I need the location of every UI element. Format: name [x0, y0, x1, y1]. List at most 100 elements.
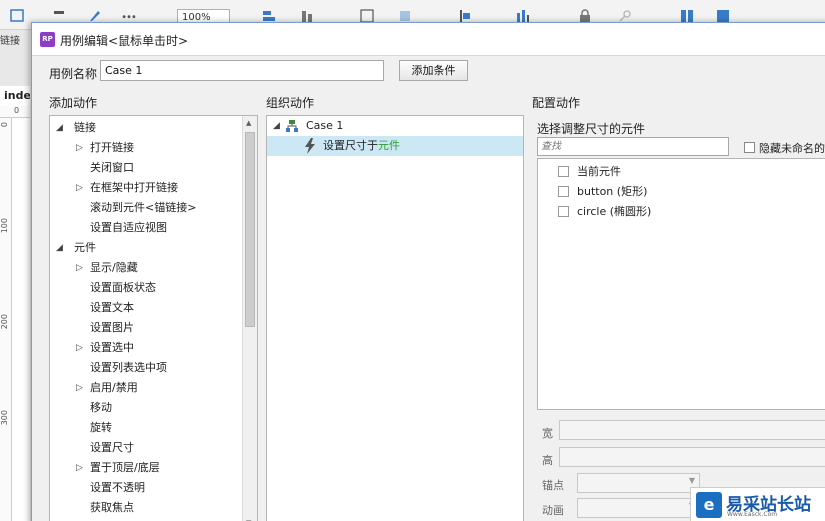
- tree-action-item[interactable]: 滚动到元件<锚链接>: [50, 198, 240, 218]
- ruler-mark: 100: [0, 218, 9, 234]
- text-tool-icon[interactable]: [52, 9, 66, 23]
- tree-action-item[interactable]: 设置不透明: [50, 478, 240, 498]
- ruler-mark: 300: [0, 410, 9, 426]
- action-node-selected[interactable]: 设置尺寸于 元件: [267, 136, 523, 156]
- tree-action-item[interactable]: ▷ 显示/隐藏: [50, 258, 240, 278]
- key-icon[interactable]: [618, 9, 632, 23]
- tree-item-label: 设置列表选中项: [90, 361, 167, 374]
- scrollbar-thumb[interactable]: [245, 132, 255, 327]
- tree-action-item[interactable]: 设置列表选中项: [50, 358, 240, 378]
- expanded-triangle-icon[interactable]: ◢: [56, 238, 63, 258]
- ungroup-icon[interactable]: [398, 9, 412, 23]
- case-flow-icon: [286, 120, 298, 132]
- tree-item-label: 获取焦点: [90, 501, 134, 514]
- lock-icon[interactable]: [578, 9, 592, 23]
- page-icon[interactable]: [10, 9, 24, 23]
- animation-select[interactable]: ▼: [577, 498, 700, 518]
- select-element-title: 选择调整尺寸的元件: [537, 122, 646, 136]
- lightning-icon: [305, 138, 315, 154]
- action-target: 元件: [378, 139, 400, 152]
- case-editor-dialog: RP 用例编辑<鼠标单击时> 用例名称 添加条件 添加动作 组织动作 配置动作 …: [31, 22, 825, 521]
- tree-item-label: 滚动到元件<锚链接>: [90, 201, 197, 214]
- anchor-select[interactable]: ▼: [577, 473, 700, 493]
- layout-left-icon[interactable]: [680, 9, 694, 23]
- element-list: 当前元件 button (矩形) circle (椭圆形): [537, 158, 825, 410]
- page-tab-index[interactable]: index: [0, 86, 30, 106]
- ruler-top: 0: [0, 106, 30, 118]
- align-left-icon[interactable]: [262, 9, 276, 23]
- add-actions-tree: ◢ 链接 ▷ 打开链接关闭窗口 ▷ 在框架中打开链接滚动到元件<锚链接> 设置自适应视图 ◢ 元…: [49, 115, 258, 521]
- tree-action-item[interactable]: 设置面板状态: [50, 278, 240, 298]
- case-node[interactable]: ◢ Case 1: [267, 116, 457, 136]
- organize-actions-title: 组织动作: [266, 96, 315, 110]
- case-name-label: 用例名称: [49, 67, 98, 81]
- tree-item-label: 设置面板状态: [90, 281, 156, 294]
- tree-action-item[interactable]: 设置文本: [50, 298, 240, 318]
- tree-action-item[interactable]: 设置图片: [50, 318, 240, 338]
- tree-action-item[interactable]: ▷ 设置选中: [50, 338, 240, 358]
- align-center-icon[interactable]: [300, 9, 314, 23]
- hide-unnamed-label: 隐藏未命名的元件: [759, 142, 825, 155]
- more-icon[interactable]: [122, 9, 136, 23]
- list-item[interactable]: 当前元件: [558, 162, 621, 182]
- configure-actions-title: 配置动作: [532, 96, 581, 110]
- tree-action-item[interactable]: 旋转: [50, 418, 240, 438]
- tree-action-item[interactable]: 移动: [50, 398, 240, 418]
- design-canvas[interactable]: [12, 118, 30, 521]
- ruler-mark: 0: [0, 122, 9, 128]
- organize-actions-tree: ◢ Case 1 设置尺寸于 元件: [266, 115, 524, 521]
- group-icon[interactable]: [360, 9, 374, 23]
- collapsed-triangle-icon[interactable]: ▷: [76, 178, 83, 198]
- tree-category[interactable]: ◢ 元件: [50, 238, 240, 258]
- height-input[interactable]: [559, 447, 825, 467]
- tree-action-item[interactable]: ▷ 启用/禁用: [50, 378, 240, 398]
- width-input[interactable]: [559, 420, 825, 440]
- tree-item-label: 置于顶层/底层: [90, 461, 160, 474]
- tree-action-item[interactable]: ▷ 在框架中打开链接: [50, 178, 240, 198]
- tree-action-item[interactable]: 关闭窗口: [50, 158, 240, 178]
- distribute-icon[interactable]: [458, 9, 472, 23]
- layout-right-icon[interactable]: [716, 9, 730, 23]
- tree-item-label: 设置图片: [90, 321, 134, 334]
- watermark-url: Www.Easck.Com: [727, 511, 778, 518]
- collapsed-triangle-icon[interactable]: ▷: [76, 338, 83, 358]
- tree-action-item[interactable]: 获取焦点: [50, 498, 240, 518]
- easck-logo-icon: e: [696, 492, 722, 518]
- tree-category[interactable]: ◢ 链接: [50, 118, 240, 138]
- tree-item-label: 元件: [74, 241, 96, 254]
- dialog-titlebar[interactable]: RP 用例编辑<鼠标单击时>: [32, 23, 825, 56]
- hide-unnamed-checkbox[interactable]: [744, 142, 755, 153]
- element-label: circle (椭圆形): [577, 205, 652, 218]
- tree-action-item[interactable]: ▷ 打开链接: [50, 138, 240, 158]
- list-item[interactable]: circle (椭圆形): [558, 202, 651, 222]
- element-checkbox[interactable]: [558, 206, 569, 217]
- element-checkbox[interactable]: [558, 166, 569, 177]
- dialog-title: 用例编辑<鼠标单击时>: [60, 34, 189, 48]
- tree-item-label: 关闭窗口: [90, 161, 134, 174]
- element-label: 当前元件: [577, 165, 621, 178]
- tree-item-label: 设置自适应视图: [90, 221, 167, 234]
- ruler-mark: 200: [0, 314, 9, 330]
- expand-triangle-icon[interactable]: ◢: [273, 116, 280, 136]
- tree-action-item[interactable]: 设置自适应视图: [50, 218, 240, 238]
- expanded-triangle-icon[interactable]: ◢: [56, 118, 63, 138]
- animation-label: 动画: [542, 504, 564, 517]
- element-checkbox[interactable]: [558, 186, 569, 197]
- add-condition-button[interactable]: 添加条件: [399, 60, 468, 81]
- bar-align-icon[interactable]: [516, 9, 530, 23]
- pen-icon[interactable]: [88, 9, 102, 23]
- watermark: e 易采站长站 Www.Easck.Com: [690, 487, 825, 521]
- tree-action-item[interactable]: 设置尺寸: [50, 438, 240, 458]
- collapsed-triangle-icon[interactable]: ▷: [76, 458, 83, 478]
- case-name-input[interactable]: [100, 60, 384, 81]
- tree-item-label: 移动: [90, 401, 112, 414]
- collapsed-triangle-icon[interactable]: ▷: [76, 378, 83, 398]
- ruler-left: 0 100 200 300: [0, 118, 12, 521]
- element-search-input[interactable]: [537, 137, 729, 156]
- tree-action-item[interactable]: ▷ 置于顶层/底层: [50, 458, 240, 478]
- collapsed-triangle-icon[interactable]: ▷: [76, 138, 83, 158]
- list-item[interactable]: button (矩形): [558, 182, 647, 202]
- collapsed-triangle-icon[interactable]: ▷: [76, 258, 83, 278]
- add-actions-scrollbar[interactable]: ▲ ▼: [242, 116, 257, 521]
- scroll-up-icon[interactable]: ▲: [246, 119, 251, 127]
